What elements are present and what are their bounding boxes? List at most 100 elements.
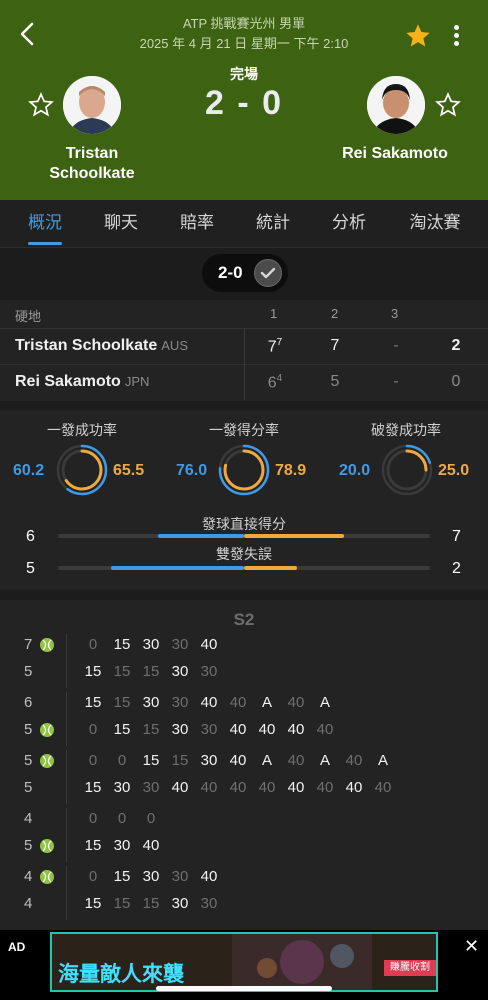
point-score: 15 <box>113 694 131 711</box>
point-score: 15 <box>113 868 131 885</box>
point-score: 0 <box>88 868 98 885</box>
player2-name[interactable]: Rei Sakamoto <box>330 144 460 164</box>
point-score: 15 <box>142 895 160 912</box>
ad-close-icon[interactable]: ✕ <box>464 936 479 957</box>
player2-avatar[interactable] <box>367 76 425 134</box>
point-score: 0 <box>146 810 156 827</box>
point-score: 40 <box>200 694 218 711</box>
stat-p1-double-faults: 5 <box>26 560 35 577</box>
point-score: 40 <box>258 779 276 796</box>
table-row-player1[interactable]: Tristan Schoolkate AUS <box>15 337 188 355</box>
point-score: 15 <box>84 779 102 796</box>
serving-ball-icon <box>40 723 54 737</box>
game-score: 5 <box>24 837 33 854</box>
ad-headline: 海量敵人來襲 <box>58 963 184 986</box>
game-row-bottom: 5 15 30 30 40 40 40 40 40 40 40 40 <box>0 779 488 799</box>
game-row-top: 5 0 0 15 15 30 40 A 40 A 40 A <box>0 752 488 772</box>
p1-set1-tiebreak: 7 <box>276 337 283 348</box>
serving-ball-icon <box>40 754 54 768</box>
tab-overview[interactable]: 概況 <box>14 200 76 248</box>
set-header-1: 1 <box>270 306 278 321</box>
point-score: A <box>319 694 330 711</box>
stat-p1-first-serve-in: 60.2 <box>13 462 45 479</box>
tab-analysis[interactable]: 分析 <box>318 200 380 248</box>
match-status: 完場 <box>230 66 258 82</box>
player1-avatar[interactable] <box>63 76 121 134</box>
player2-table-name: Rei Sakamoto <box>15 373 121 390</box>
ad-cta-button[interactable]: 賺騰收割 <box>384 960 436 976</box>
point-score: 30 <box>200 721 218 738</box>
ad-banner[interactable]: 海量敵人來襲 賺騰收割 <box>50 932 438 992</box>
p1-set3-score: - <box>393 337 399 354</box>
point-score: 30 <box>171 663 189 680</box>
point-score: 40 <box>287 779 305 796</box>
p2-sets-total: 0 <box>451 373 461 390</box>
point-score: 40 <box>229 779 247 796</box>
active-tab-indicator <box>28 242 62 245</box>
point-score: 40 <box>374 779 392 796</box>
match-header: ATP 挑戰賽光州 男單 2025 年 4 月 21 日 星期一 下午 2:10… <box>0 0 488 200</box>
point-score: 30 <box>142 694 160 711</box>
tab-statistics[interactable]: 統計 <box>242 200 304 248</box>
tab-odds[interactable]: 賠率 <box>166 200 228 248</box>
point-score: 30 <box>142 868 160 885</box>
break-success-ring <box>381 444 433 496</box>
point-score: 15 <box>84 694 102 711</box>
point-score: 40 <box>229 752 247 769</box>
player1-country: AUS <box>161 338 188 353</box>
point-score: 15 <box>84 895 102 912</box>
p2-set1-score: 64 <box>267 373 283 392</box>
game-score: 4 <box>24 810 33 827</box>
first-serve-in-ring <box>56 444 108 496</box>
game-row-bottom: 5 0 15 15 30 30 40 40 40 40 <box>0 721 488 741</box>
point-score: 0 <box>117 752 127 769</box>
more-options-icon[interactable] <box>448 22 464 50</box>
bar-fill-player1 <box>111 566 244 570</box>
point-score: 40 <box>229 694 247 711</box>
point-score: 40 <box>345 752 363 769</box>
player1-table-name: Tristan Schoolkate <box>15 337 158 354</box>
tab-chat[interactable]: 聊天 <box>90 200 152 248</box>
stats-panel: 一發成功率 一發得分率 破發成功率 60.2 65.5 76.0 78.9 20… <box>0 410 488 590</box>
set-score-table: 硬地 1 2 3 Tristan Schoolkate AUS 77 7 - 2 … <box>0 300 488 401</box>
favorite-player1-star-icon[interactable] <box>28 92 54 118</box>
point-score: 15 <box>113 895 131 912</box>
ad-label: AD <box>8 940 26 954</box>
point-score: 30 <box>200 895 218 912</box>
game-score: 5 <box>24 663 33 680</box>
game-score: 7 <box>24 636 33 653</box>
point-score: A <box>377 752 388 769</box>
point-score: 40 <box>287 752 305 769</box>
game-row-top: 4 0 0 0 <box>0 810 488 830</box>
game-row-top: 4 0 15 30 30 40 <box>0 868 488 888</box>
game-row-bottom: 5 15 15 15 30 30 <box>0 663 488 683</box>
point-score: 15 <box>142 663 160 680</box>
stat-p1-first-serve-won: 76.0 <box>176 462 208 479</box>
point-score: 30 <box>200 752 218 769</box>
point-score: 0 <box>88 810 98 827</box>
table-row-player2[interactable]: Rei Sakamoto JPN <box>15 373 149 391</box>
surface-label: 硬地 <box>15 309 42 324</box>
stat-label-first-serve-won: 一發得分率 <box>209 422 279 438</box>
home-indicator[interactable] <box>156 986 332 991</box>
player2-country: JPN <box>124 374 150 389</box>
point-score: 30 <box>142 636 160 653</box>
point-score: 30 <box>171 868 189 885</box>
point-score: 15 <box>113 636 131 653</box>
favorite-match-star-icon[interactable] <box>404 22 432 50</box>
point-score: 30 <box>113 779 131 796</box>
set-header-3: 3 <box>391 306 399 321</box>
game-score: 4 <box>24 868 33 885</box>
stat-p1-break-success: 20.0 <box>339 462 371 479</box>
serving-ball-icon <box>40 870 54 884</box>
tab-knockout[interactable]: 淘汰賽 <box>398 200 472 248</box>
aces-bar <box>58 534 430 538</box>
favorite-player2-star-icon[interactable] <box>435 92 461 118</box>
game-score: 6 <box>24 694 33 711</box>
point-score: 0 <box>117 810 127 827</box>
player1-name[interactable]: Tristan Schoolkate <box>30 144 154 184</box>
point-score: 30 <box>171 694 189 711</box>
game-row-bottom: 5 15 30 40 <box>0 837 488 857</box>
p1-set2-score: 7 <box>330 337 340 354</box>
point-score: 15 <box>84 837 102 854</box>
